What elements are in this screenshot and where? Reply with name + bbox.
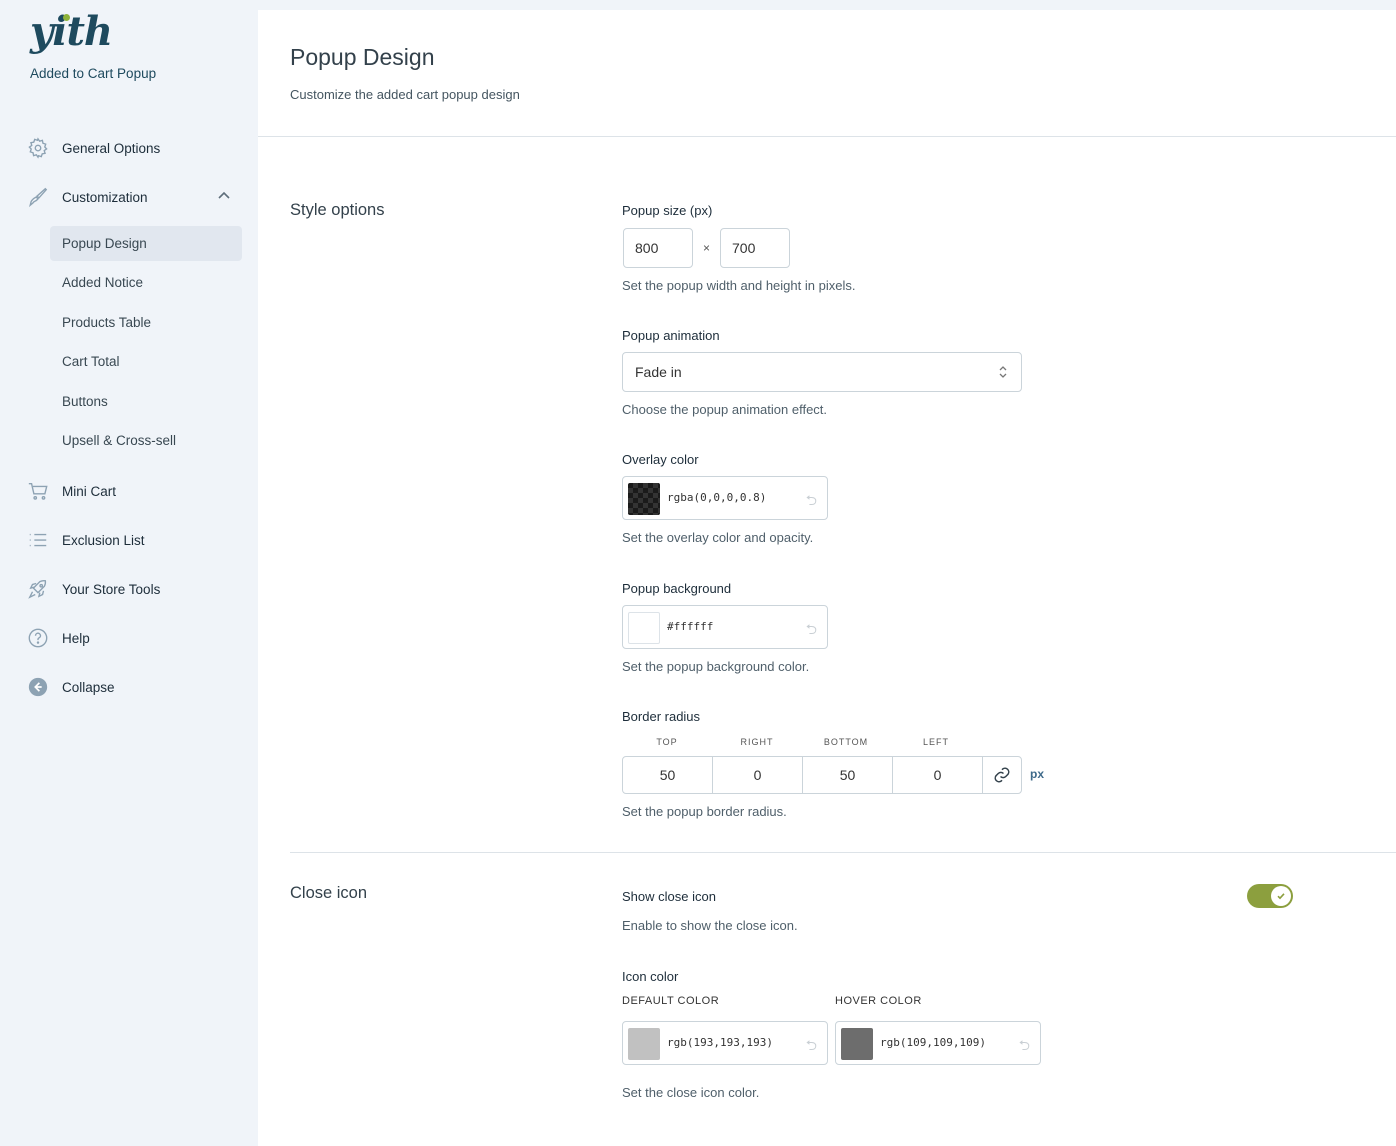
help-icon [26, 626, 50, 650]
radius-bottom-label: BOTTOM [823, 737, 869, 747]
reset-icon[interactable]: ⮌ [806, 1035, 817, 1059]
main-panel: Popup Design Customize the added cart po… [258, 10, 1396, 1146]
popup-animation-value: Fade in [635, 364, 682, 380]
popup-animation-description: Choose the popup animation effect. [622, 402, 828, 417]
sidebar-item-label: General Options [62, 140, 161, 156]
page-title: Popup Design [290, 44, 435, 70]
overlay-color-description: Set the overlay color and opacity. [622, 530, 814, 545]
sidebar-subitem-products-table[interactable]: Products Table [50, 305, 242, 340]
chevron-up-icon[interactable] [216, 188, 232, 209]
sidebar-item-exclusion-list[interactable]: Exclusion List [26, 527, 242, 553]
overlay-color-label: Overlay color [622, 452, 699, 467]
radius-left-input[interactable]: 0 [893, 757, 983, 793]
sidebar-item-customization[interactable]: Customization [26, 184, 242, 210]
popup-background-swatch[interactable] [628, 612, 660, 644]
sidebar-item-label: Collapse [62, 679, 115, 695]
border-radius-inputs: 50 0 50 0 [622, 756, 1022, 794]
reset-icon[interactable]: ⮌ [806, 490, 817, 514]
sidebar-item-collapse[interactable]: Collapse [26, 674, 242, 700]
popup-size-description: Set the popup width and height in pixels… [622, 278, 856, 293]
sidebar-item-label: Your Store Tools [62, 581, 161, 597]
list-icon [26, 528, 50, 552]
show-close-icon-description: Enable to show the close icon. [622, 918, 798, 933]
popup-background-value: #ffffff [667, 620, 714, 633]
brush-icon [26, 185, 50, 209]
rocket-icon [26, 577, 50, 601]
popup-animation-label: Popup animation [622, 328, 720, 343]
hover-icon-color-picker[interactable]: rgb(109,109,109) ⮌ [835, 1021, 1041, 1065]
hover-icon-color-value: rgb(109,109,109) [880, 1036, 986, 1049]
section-divider [290, 852, 1396, 853]
yith-logo: yith [30, 8, 113, 55]
sidebar-item-mini-cart[interactable]: Mini Cart [26, 478, 242, 504]
icon-color-label: Icon color [622, 969, 679, 984]
header-divider [258, 136, 1396, 137]
updown-arrows-icon [997, 363, 1009, 384]
section-title-close-icon: Close icon [290, 884, 368, 902]
default-color-label: DEFAULT COLOR [622, 995, 720, 1007]
gear-icon [26, 136, 50, 160]
sidebar: yith Added to Cart Popup General Options… [0, 0, 258, 1146]
radius-right-label: RIGHT [740, 737, 774, 747]
overlay-color-swatch[interactable] [628, 483, 660, 515]
radius-right-input[interactable]: 0 [713, 757, 803, 793]
popup-background-label: Popup background [622, 581, 732, 596]
cart-icon [26, 479, 50, 503]
sidebar-subitem-buttons[interactable]: Buttons [50, 384, 242, 419]
popup-animation-select[interactable]: Fade in [622, 352, 1022, 392]
reset-icon[interactable]: ⮌ [806, 619, 817, 643]
radius-bottom-input[interactable]: 50 [803, 757, 893, 793]
sidebar-item-help[interactable]: Help [26, 625, 242, 651]
default-icon-color-picker[interactable]: rgb(193,193,193) ⮌ [622, 1021, 828, 1065]
logo-dot [63, 14, 70, 21]
size-times-symbol: × [703, 241, 711, 255]
sidebar-subitem-cart-total[interactable]: Cart Total [50, 344, 242, 379]
border-radius-description: Set the popup border radius. [622, 804, 787, 819]
popup-background-picker[interactable]: #ffffff ⮌ [622, 605, 828, 649]
default-icon-color-swatch[interactable] [628, 1028, 660, 1060]
sidebar-item-label: Help [62, 630, 90, 646]
hover-color-label: HOVER COLOR [835, 995, 922, 1007]
sidebar-item-label: Customization [62, 189, 148, 205]
section-title-style-options: Style options [290, 201, 385, 219]
collapse-icon [26, 675, 50, 699]
overlay-color-value: rgba(0,0,0,0.8) [667, 491, 767, 504]
overlay-color-picker[interactable]: rgba(0,0,0,0.8) ⮌ [622, 476, 828, 520]
plugin-name: Added to Cart Popup [30, 66, 157, 81]
logo-text: yith [30, 8, 113, 55]
radius-top-label: TOP [656, 737, 678, 747]
popup-width-input[interactable]: 800 [623, 228, 693, 268]
check-icon [1271, 886, 1291, 906]
border-radius-label: Border radius [622, 709, 701, 724]
sidebar-item-label: Exclusion List [62, 532, 145, 548]
show-close-icon-label: Show close icon [622, 889, 716, 904]
sidebar-subitem-popup-design[interactable]: Popup Design [50, 226, 242, 261]
sidebar-item-label: Mini Cart [62, 483, 117, 499]
sidebar-subitem-upsell-cross-sell[interactable]: Upsell & Cross-sell [50, 423, 242, 458]
icon-color-description: Set the close icon color. [622, 1085, 760, 1100]
radius-unit[interactable]: px [1030, 767, 1044, 781]
show-close-icon-toggle[interactable] [1247, 884, 1293, 908]
page-description: Customize the added cart popup design [290, 87, 520, 102]
popup-height-input[interactable]: 700 [720, 228, 790, 268]
link-icon[interactable] [983, 757, 1021, 793]
sidebar-subitem-added-notice[interactable]: Added Notice [50, 265, 242, 300]
default-icon-color-value: rgb(193,193,193) [667, 1036, 773, 1049]
sidebar-item-your-store-tools[interactable]: Your Store Tools [26, 576, 242, 602]
popup-background-description: Set the popup background color. [622, 659, 810, 674]
sidebar-item-general-options[interactable]: General Options [26, 135, 242, 161]
hover-icon-color-swatch[interactable] [841, 1028, 873, 1060]
popup-size-label: Popup size (px) [622, 203, 713, 218]
radius-top-input[interactable]: 50 [623, 757, 713, 793]
radius-left-label: LEFT [922, 737, 949, 747]
reset-icon[interactable]: ⮌ [1019, 1035, 1030, 1059]
